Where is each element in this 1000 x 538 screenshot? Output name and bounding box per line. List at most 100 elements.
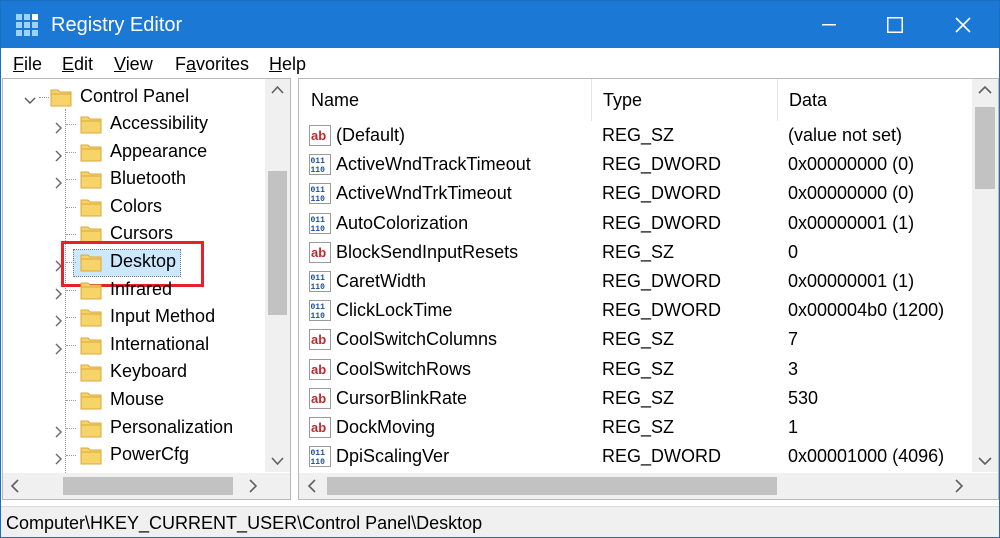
scroll-down-arrow-icon[interactable]	[972, 450, 998, 472]
value-name: DpiScalingVer	[336, 446, 450, 466]
svg-text:ab: ab	[311, 245, 326, 260]
pane-splitter[interactable]	[291, 78, 298, 500]
values-horizontal-scroll-thumb[interactable]	[327, 477, 777, 495]
value-type: REG_SZ	[602, 417, 675, 437]
value-row[interactable]: ab CoolSwitchRows REG_SZ 3	[299, 355, 971, 384]
tree-item-appearance[interactable]: Appearance	[3, 138, 263, 165]
title-bar[interactable]: Registry Editor	[1, 1, 999, 48]
tree-item-colors[interactable]: Colors	[3, 193, 263, 220]
folder-icon	[80, 141, 102, 163]
values-horizontal-scrollbar[interactable]	[299, 473, 972, 499]
scroll-down-arrow-icon[interactable]	[265, 450, 290, 472]
expand-chevron-icon[interactable]	[52, 282, 66, 300]
close-icon	[955, 16, 971, 33]
value-row[interactable]: 011 110 ActiveWndTrackTimeout REG_DWORD 0x00…	[299, 150, 971, 179]
scroll-left-arrow-icon[interactable]	[3, 473, 28, 499]
menu-view[interactable]: View	[114, 53, 153, 75]
tree-item-input-method[interactable]: Input Method	[3, 303, 263, 330]
tree-item-bluetooth[interactable]: Bluetooth	[3, 165, 263, 192]
value-row[interactable]: ab CursorBlinkRate REG_SZ 530	[299, 384, 971, 413]
menu-help-accel: H	[269, 54, 282, 74]
column-header-name[interactable]: Name	[311, 79, 359, 121]
value-data: 0x00000001 (1)	[788, 271, 915, 291]
menu-bar: File Edit View Favorites Help	[1, 48, 999, 78]
values-vertical-scroll-thumb[interactable]	[975, 107, 995, 189]
value-data: 7	[788, 329, 799, 349]
scroll-left-arrow-icon[interactable]	[299, 473, 325, 499]
tree-item-keyboard[interactable]: Keyboard	[3, 358, 263, 385]
folder-icon	[80, 417, 102, 439]
expand-chevron-icon[interactable]	[52, 309, 66, 327]
value-type: REG_DWORD	[602, 300, 722, 320]
svg-text:ab: ab	[311, 391, 326, 406]
tree-item-label: Accessibility	[110, 113, 209, 133]
value-type: REG_DWORD	[602, 183, 722, 203]
tree-vertical-scroll-thumb[interactable]	[268, 171, 287, 315]
value-row[interactable]: 011 110 CaretWidth REG_DWORD 0x00000001 (1)	[299, 267, 971, 296]
value-type: REG_DWORD	[602, 213, 722, 233]
svg-text:110: 110	[311, 312, 326, 321]
tree-item-international[interactable]: International	[3, 331, 263, 358]
close-button[interactable]	[931, 1, 995, 48]
tree-horizontal-scroll-thumb[interactable]	[63, 477, 233, 495]
menu-file[interactable]: File	[13, 53, 42, 75]
scroll-up-arrow-icon[interactable]	[265, 79, 290, 101]
expand-chevron-icon[interactable]	[52, 171, 66, 189]
scroll-right-arrow-icon[interactable]	[946, 473, 972, 499]
value-data: 0x00001000 (4096)	[788, 446, 945, 466]
tree-item-infrared[interactable]: Infrared	[3, 276, 263, 303]
value-row[interactable]: ab (Default) REG_SZ (value not set)	[299, 121, 971, 150]
value-type: REG_SZ	[602, 242, 675, 262]
value-row[interactable]: 011 110 AutoColorization REG_DWORD 0x0000000…	[299, 209, 971, 238]
tree-item-powercfg[interactable]: PowerCfg	[3, 441, 263, 468]
menu-favorites[interactable]: Favorites	[175, 53, 249, 75]
folder-icon	[80, 334, 102, 356]
column-separator[interactable]	[777, 79, 778, 121]
expand-chevron-icon[interactable]	[52, 116, 66, 134]
scroll-up-arrow-icon[interactable]	[972, 79, 998, 101]
value-data: 0x00000000 (0)	[788, 183, 915, 203]
scroll-right-arrow-icon[interactable]	[240, 473, 265, 499]
expand-chevron-icon[interactable]	[52, 337, 66, 355]
svg-text:110: 110	[311, 458, 326, 467]
folder-open-icon	[50, 86, 72, 108]
values-vertical-scrollbar[interactable]	[972, 79, 998, 472]
value-row[interactable]: 011 110 DpiScalingVer REG_DWORD 0x00001000 (…	[299, 442, 971, 471]
menu-view-label: iew	[125, 54, 153, 74]
tree-item-personalization[interactable]: Personalization	[3, 414, 263, 441]
value-row[interactable]: 011 110 ClickLockTime REG_DWORD 0x000004b0 (…	[299, 296, 971, 325]
string-value-icon: ab	[309, 125, 331, 146]
tree-vertical-scrollbar[interactable]	[265, 79, 290, 472]
value-row[interactable]: ab DockMoving REG_SZ 1	[299, 413, 971, 442]
value-type: REG_SZ	[602, 388, 675, 408]
expand-chevron-icon[interactable]	[52, 144, 66, 162]
key-tree-pane[interactable]: Control Panel Accessibility Appearance Blu…	[2, 78, 291, 500]
tree-horizontal-scrollbar[interactable]	[3, 473, 265, 499]
value-name: ActiveWndTrackTimeout	[336, 154, 531, 174]
folder-icon	[80, 306, 102, 328]
minimize-icon	[822, 23, 836, 25]
menu-favorites-prefix: F	[175, 54, 186, 74]
folder-icon	[80, 113, 102, 135]
value-row[interactable]: ab BlockSendInputResets REG_SZ 0	[299, 238, 971, 267]
value-row[interactable]: 011 110 ActiveWndTrkTimeout REG_DWORD 0x0000…	[299, 179, 971, 208]
current-key-path: Computer\HKEY_CURRENT_USER\Control Panel…	[6, 513, 483, 533]
value-row[interactable]: ab CoolSwitchColumns REG_SZ 7	[299, 325, 971, 354]
value-name: DockMoving	[336, 417, 436, 437]
tree-item-mouse[interactable]: Mouse	[3, 386, 263, 413]
svg-text:110: 110	[311, 195, 326, 204]
menu-help[interactable]: Help	[269, 53, 306, 75]
column-separator[interactable]	[591, 79, 592, 121]
svg-text:ab: ab	[311, 332, 326, 347]
maximize-button[interactable]	[863, 1, 927, 48]
expand-chevron-icon[interactable]	[52, 420, 66, 438]
column-header-data[interactable]: Data	[789, 79, 827, 121]
minimize-button[interactable]	[797, 1, 861, 48]
values-list-pane[interactable]: Name Type Data ab (Default) REG_SZ (value n…	[298, 78, 999, 500]
tree-item-accessibility[interactable]: Accessibility	[3, 110, 263, 137]
value-data: 3	[788, 359, 799, 379]
collapse-chevron-icon[interactable]	[23, 89, 37, 104]
column-header-type[interactable]: Type	[603, 79, 642, 121]
expand-chevron-icon[interactable]	[52, 447, 66, 465]
menu-edit[interactable]: Edit	[62, 53, 93, 75]
